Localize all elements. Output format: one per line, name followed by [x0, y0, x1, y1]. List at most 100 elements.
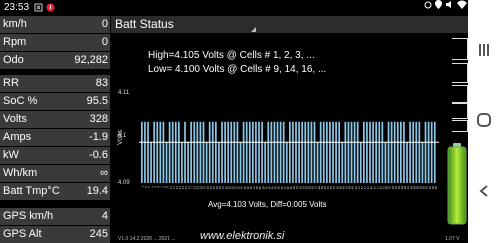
bar-cell-62 [329, 121, 331, 183]
bar-cell-78 [378, 121, 381, 183]
bar-cell-2 [144, 121, 146, 183]
row-volts: Volts 328 [0, 111, 110, 128]
bar-cell-21 [202, 121, 205, 183]
bar-cell-44 [273, 121, 276, 183]
bar-cell-56 [310, 121, 313, 183]
row-label: Rpm [3, 36, 27, 48]
version-text: V1.0 14.2.2020 ... 2021 ... [118, 236, 176, 242]
bar-cell-30 [230, 121, 233, 183]
bar-cell-57 [313, 121, 316, 183]
row-value: 0 [101, 18, 108, 30]
notification-icon [34, 3, 43, 12]
bar-cell-35 [245, 121, 248, 183]
home-button[interactable] [476, 112, 492, 128]
bar-cell-5 [153, 121, 156, 183]
bar-cell-36 [248, 121, 251, 183]
bar-cell-34 [242, 121, 245, 183]
panel-title: Batt Status [115, 17, 174, 31]
bar-cell-31 [233, 121, 236, 183]
row-value: 0 [101, 36, 108, 48]
bar-cell-8 [162, 121, 165, 183]
telemetry-list: km/h 0 Rpm 0 Odo 92,282 RR 83 SoC % 95.5 Volt… [0, 16, 110, 243]
bar-cell-82 [390, 121, 393, 183]
row-value: 245 [89, 228, 108, 240]
bar-cell-9 [165, 142, 168, 183]
row-label: GPS km/h [3, 210, 54, 222]
row-label: km/h [3, 18, 27, 30]
row-label: RR [3, 77, 19, 89]
row-label: Odo [3, 54, 24, 66]
recents-button[interactable] [476, 42, 492, 58]
row-gps-speed: GPS km/h 4 [0, 208, 110, 225]
bar-cell-70 [353, 121, 356, 183]
row-gps-alt: GPS Alt 245 [0, 226, 110, 243]
row-value: 92,282 [74, 54, 108, 66]
row-label: Wh/km [3, 167, 38, 179]
bar-cell-73 [363, 121, 365, 183]
bar-cell-37 [252, 121, 254, 183]
row-label: GPS Alt [3, 228, 42, 240]
bar-cell-16 [187, 142, 189, 183]
bar-cell-59 [319, 121, 322, 183]
row-odo: Odo 92,282 [0, 52, 110, 69]
bar-cell-79 [381, 121, 384, 183]
bar-cell-80 [384, 142, 387, 183]
back-button[interactable] [476, 183, 492, 199]
bar-cell-77 [375, 121, 378, 183]
row-amps: Amps -1.9 [0, 129, 110, 146]
row-value: -1.9 [89, 131, 108, 143]
row-value: 328 [89, 113, 108, 125]
bar-cell-1 [141, 121, 143, 183]
bar-cell-15 [184, 121, 186, 183]
bar-cell-7 [159, 121, 162, 183]
row-value: ∞ [100, 167, 108, 179]
bar-cell-46 [279, 121, 282, 183]
bar-cell-96 [433, 121, 436, 183]
x-tick-labels: 1 2 3 4 5 6 7 8 9 10 11 12 13 14 15 16 17 18 19 20 21 22 23 24 2… [141, 186, 438, 190]
bar-cell-68 [347, 121, 350, 183]
alert-icon [46, 3, 55, 12]
alarm-icon [424, 1, 432, 8]
bar-cell-10 [168, 121, 171, 183]
bar-cell-92 [421, 142, 424, 183]
row-rr: RR 83 [0, 75, 110, 92]
watermark: www.elektronik.si [200, 230, 285, 242]
bar-cell-17 [190, 121, 193, 183]
row-label: Batt Tmp°C [3, 185, 60, 197]
bar-cell-87 [406, 142, 408, 183]
bar-cell-12 [174, 121, 177, 183]
bar-cell-33 [239, 142, 242, 183]
y-tick-label: 4.11 [118, 90, 130, 96]
bar-cell-47 [282, 121, 285, 183]
bar-cell-52 [298, 121, 300, 183]
row-label: Volts [3, 113, 27, 125]
bar-cell-81 [387, 121, 390, 183]
bar-cell-83 [393, 121, 396, 183]
bar-cell-22 [205, 142, 208, 183]
bar-cell-32 [236, 121, 239, 183]
bar-cell-84 [396, 121, 399, 183]
bar-cell-24 [211, 121, 214, 183]
bar-cell-14 [181, 142, 183, 183]
bar-series [141, 121, 436, 183]
bar-cell-3 [147, 121, 149, 183]
bar-cell-51 [295, 121, 297, 183]
row-speed: km/h 0 [0, 16, 110, 33]
bar-cell-89 [412, 121, 415, 183]
bar-cell-71 [356, 121, 359, 183]
row-label: Amps [3, 131, 32, 143]
wifi-icon [457, 0, 467, 9]
bar-cell-55 [307, 121, 310, 183]
bar-cell-94 [427, 121, 430, 183]
bar-cell-19 [196, 121, 199, 183]
bar-cell-18 [193, 121, 196, 183]
status-bar: 23:53 [0, 0, 500, 16]
bar-cell-64 [335, 121, 337, 183]
bar-cell-13 [178, 121, 180, 183]
location-icon [435, 0, 442, 9]
bar-cell-48 [285, 142, 288, 183]
ladder-segment [452, 120, 468, 132]
panel-selector[interactable]: Batt Status [111, 16, 468, 33]
bar-cell-23 [208, 121, 211, 183]
bar-cell-76 [372, 121, 374, 183]
